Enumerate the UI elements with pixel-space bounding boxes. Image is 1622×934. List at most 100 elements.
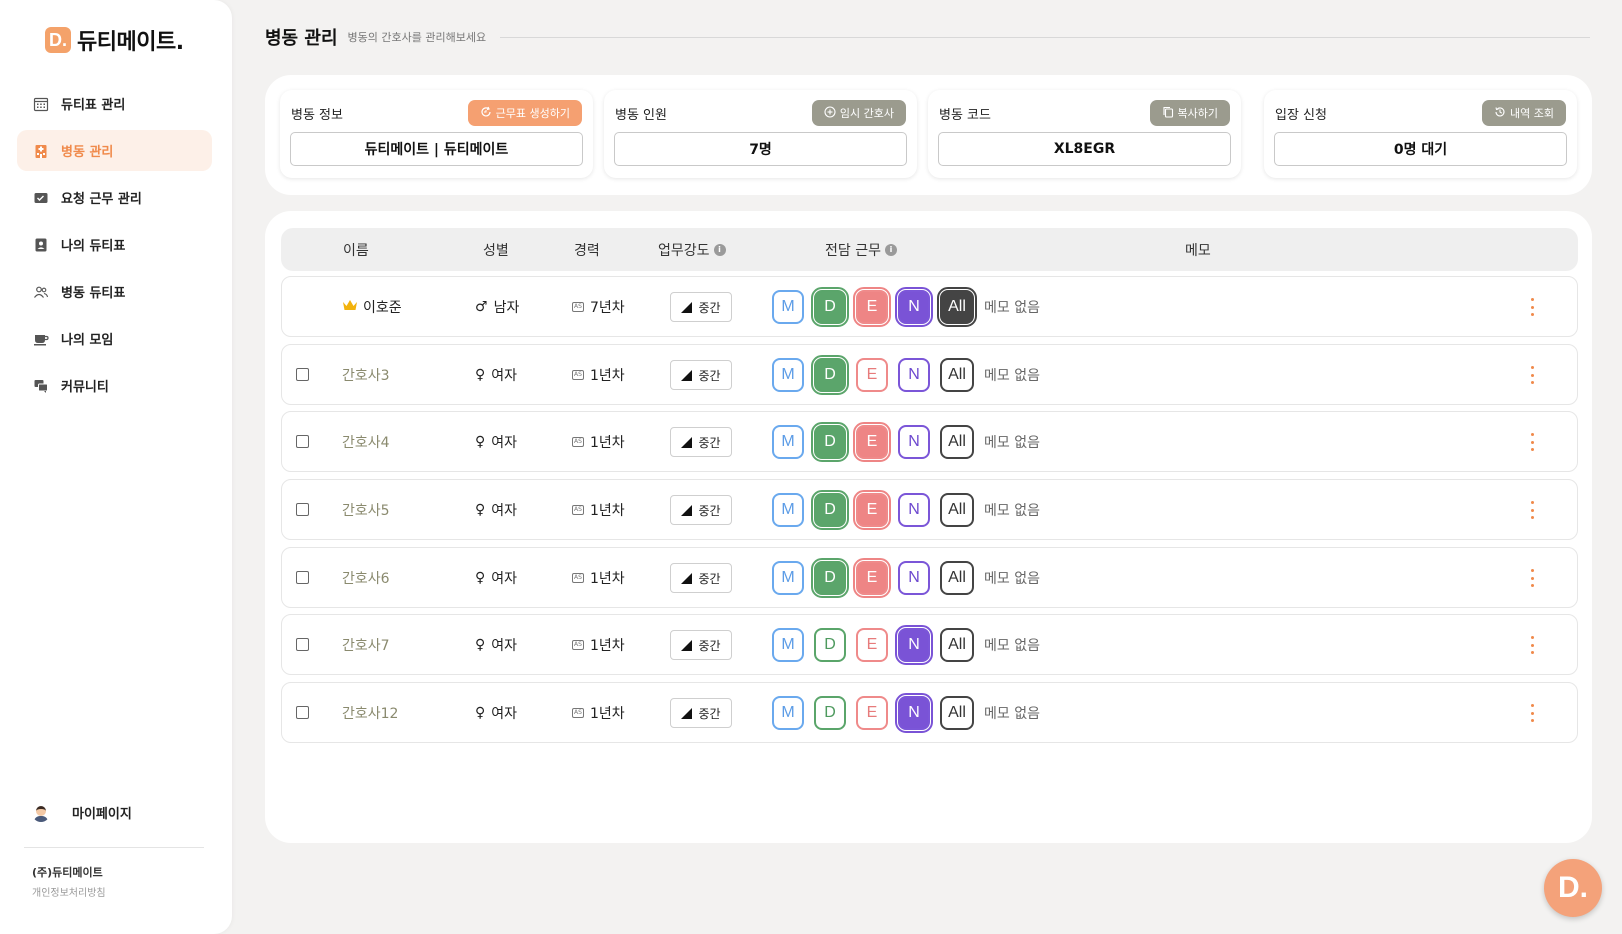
- shift-toggle-m[interactable]: M: [772, 696, 804, 730]
- column-header-intensity: 업무강도 i: [658, 228, 726, 271]
- shift-toggle-n[interactable]: N: [895, 625, 933, 665]
- row-checkbox[interactable]: [296, 706, 309, 719]
- intensity-select[interactable]: 중간: [670, 630, 732, 660]
- info-icon[interactable]: i: [884, 243, 897, 256]
- shift-toggle-e[interactable]: E: [856, 628, 888, 662]
- row-checkbox[interactable]: [296, 638, 309, 651]
- table-row: 간호사12 ♀ 여자 AS 1년차 중간 M D E N All 메모 없음: [281, 682, 1578, 743]
- memo-cell: 메모 없음: [984, 299, 1040, 316]
- column-label: 메모: [1185, 242, 1211, 259]
- shift-toggle-n[interactable]: N: [895, 287, 933, 327]
- intensity-value: 중간: [698, 571, 721, 586]
- memo-cell: 메모 없음: [984, 434, 1040, 451]
- shift-toggle-n[interactable]: N: [898, 358, 930, 392]
- shift-toggle-e[interactable]: E: [853, 558, 891, 598]
- more-options-icon[interactable]: [1529, 569, 1535, 587]
- more-options-icon[interactable]: [1529, 704, 1535, 722]
- shift-toggle-all[interactable]: All: [940, 696, 974, 730]
- temp-nurse-button[interactable]: 임시 간호사: [811, 100, 906, 126]
- shift-toggle-d[interactable]: D: [811, 558, 849, 598]
- intensity-select[interactable]: 중간: [670, 495, 732, 525]
- shift-toggle-m[interactable]: M: [772, 628, 804, 662]
- table-header: 이름 성별 경력 업무강도 i 전담 근무 i 메모: [281, 228, 1578, 271]
- row-checkbox[interactable]: [296, 368, 309, 381]
- sidebar-item-duty-management[interactable]: 듀티표 관리: [17, 83, 212, 124]
- shift-toggle-d[interactable]: D: [811, 355, 849, 395]
- copy-code-button[interactable]: 복사하기: [1149, 100, 1230, 126]
- ward-code-card: 병동 코드 복사하기 XL8EGR: [928, 90, 1241, 178]
- intensity-select[interactable]: 중간: [670, 427, 732, 457]
- shift-toggle-all[interactable]: All: [940, 628, 974, 662]
- career-cell: AS 1년차: [572, 548, 625, 607]
- sidebar-item-label: 듀티표 관리: [61, 98, 126, 113]
- shift-toggle-m[interactable]: M: [772, 561, 804, 595]
- shift-toggle-d[interactable]: D: [814, 628, 846, 662]
- intensity-select[interactable]: 중간: [670, 360, 732, 390]
- row-checkbox[interactable]: [296, 571, 309, 584]
- career-cell: AS 1년차: [572, 683, 625, 742]
- history-button[interactable]: 내역 조회: [1482, 100, 1566, 126]
- mypage-link[interactable]: 마이페이지: [32, 803, 132, 822]
- mypage-label: 마이페이지: [72, 807, 132, 822]
- app-logo[interactable]: D. 듀티메이트.: [45, 24, 184, 56]
- more-options-icon[interactable]: [1529, 366, 1535, 384]
- app-name: 듀티메이트.: [77, 30, 184, 55]
- table-row: 간호사5 ♀ 여자 AS 1년차 중간 M D E N All 메모 없음: [281, 479, 1578, 540]
- chat-help-button[interactable]: D.: [1544, 859, 1602, 917]
- page-subtitle: 병동의 간호사를 관리해보세요: [347, 31, 487, 44]
- row-checkbox[interactable]: [296, 435, 309, 448]
- generate-schedule-button[interactable]: 근무표 생성하기: [467, 100, 582, 126]
- sidebar-item-ward-management[interactable]: 병동 관리: [17, 130, 212, 171]
- join-request-card: 입장 신청 내역 조회 0명 대기: [1264, 90, 1577, 178]
- shift-toggle-d[interactable]: D: [814, 696, 846, 730]
- shift-toggle-n[interactable]: N: [898, 561, 930, 595]
- sidebar-item-community[interactable]: 커뮤니티: [17, 365, 212, 406]
- shift-toggle-e[interactable]: E: [856, 358, 888, 392]
- intensity-signal-icon: [681, 301, 693, 313]
- shift-toggle-e[interactable]: E: [856, 696, 888, 730]
- intensity-select[interactable]: 중간: [670, 292, 732, 322]
- column-label: 경력: [574, 242, 600, 259]
- shift-toggle-m[interactable]: M: [772, 358, 804, 392]
- shift-toggle-all[interactable]: All: [940, 358, 974, 392]
- shift-toggle-e[interactable]: E: [853, 287, 891, 327]
- shift-toggle-m[interactable]: M: [772, 493, 804, 527]
- shift-toggle-d[interactable]: D: [811, 490, 849, 530]
- shift-toggle-e[interactable]: E: [853, 422, 891, 462]
- shift-toggle-d[interactable]: D: [811, 287, 849, 327]
- info-icon[interactable]: i: [713, 243, 726, 256]
- gender-cell: ♂ 남자: [475, 277, 519, 336]
- shift-toggle-all[interactable]: All: [940, 493, 974, 527]
- shift-toggle-n[interactable]: N: [898, 493, 930, 527]
- shift-toggle-n[interactable]: N: [898, 425, 930, 459]
- table-row: 간호사4 ♀ 여자 AS 1년차 중간 M D E N All 메모 없음: [281, 411, 1578, 472]
- sidebar-item-request-management[interactable]: 요청 근무 관리: [17, 177, 212, 218]
- ward-info-card: 병동 정보 근무표 생성하기 듀티메이트 | 듀티메이트: [280, 90, 593, 178]
- button-label: 내역 조회: [1510, 107, 1554, 120]
- shift-toggle-e[interactable]: E: [853, 490, 891, 530]
- shift-toggle-all[interactable]: All: [940, 561, 974, 595]
- intensity-select[interactable]: 중간: [670, 698, 732, 728]
- request-icon: [33, 190, 49, 206]
- more-options-icon[interactable]: [1529, 501, 1535, 519]
- refresh-icon: [480, 106, 492, 121]
- sidebar-item-ward-duty[interactable]: 병동 듀티표: [17, 271, 212, 312]
- table-row: 간호사3 ♀ 여자 AS 1년차 중간 M D E N All 메모 없음: [281, 344, 1578, 405]
- privacy-policy-link[interactable]: 개인정보처리방침: [32, 884, 106, 899]
- female-icon: ♀: [475, 366, 486, 383]
- male-icon: ♂: [475, 298, 488, 315]
- shift-toggle-all[interactable]: All: [937, 287, 977, 327]
- more-options-icon[interactable]: [1529, 636, 1535, 654]
- row-checkbox[interactable]: [296, 503, 309, 516]
- shift-toggle-n[interactable]: N: [895, 693, 933, 733]
- shift-toggle-all[interactable]: All: [940, 425, 974, 459]
- more-options-icon[interactable]: [1529, 298, 1535, 316]
- intensity-select[interactable]: 중간: [670, 563, 732, 593]
- more-options-icon[interactable]: [1529, 433, 1535, 451]
- sidebar-item-my-group[interactable]: 나의 모임: [17, 318, 212, 359]
- nurse-name-cell: 간호사4: [342, 412, 390, 471]
- sidebar-item-my-duty[interactable]: 나의 듀티표: [17, 224, 212, 265]
- shift-toggle-m[interactable]: M: [772, 425, 804, 459]
- shift-toggle-m[interactable]: M: [772, 290, 804, 324]
- shift-toggle-d[interactable]: D: [811, 422, 849, 462]
